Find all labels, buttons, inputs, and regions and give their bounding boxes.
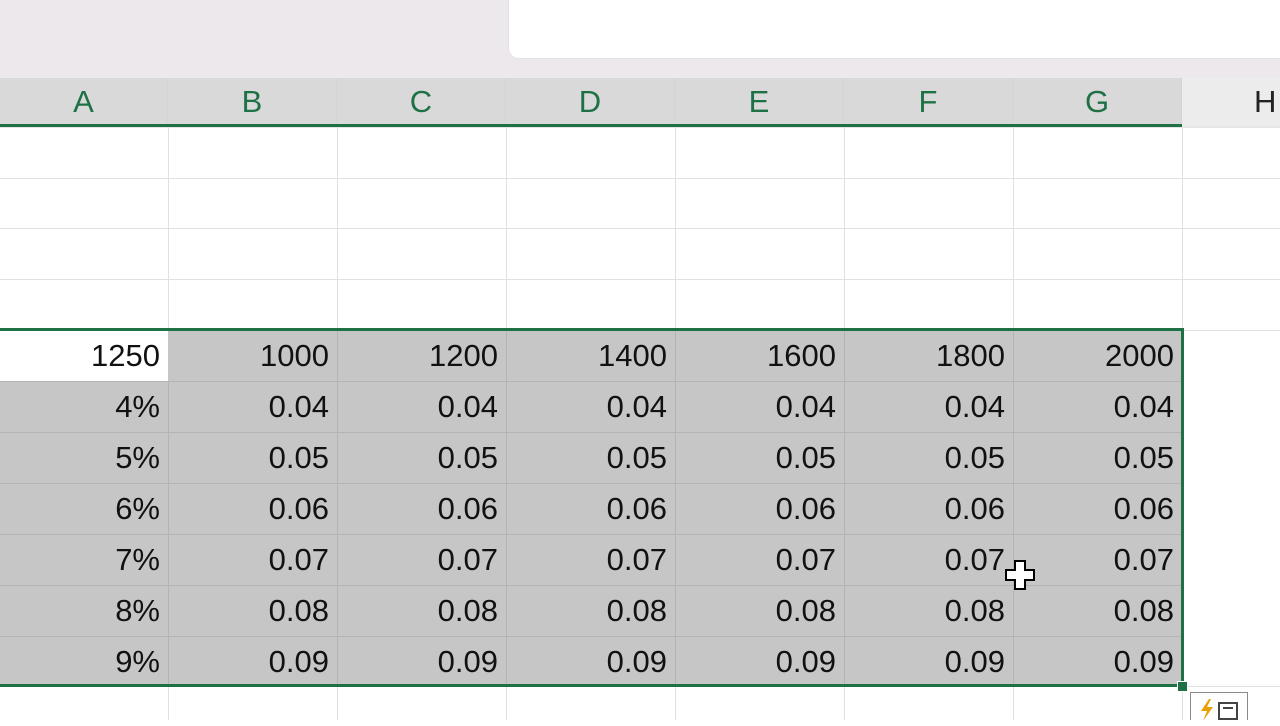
column-header-g[interactable]: G (1013, 78, 1182, 126)
quick-analysis-button[interactable] (1190, 692, 1248, 721)
column-header-row: A B C D E F G H (0, 78, 1280, 128)
column-header-c[interactable]: C (337, 78, 506, 126)
worksheet-grid[interactable]: 1250 1000 1200 1400 1600 1800 2000 4% 0.… (0, 128, 1280, 720)
column-header-f[interactable]: F (844, 78, 1013, 126)
formula-bar[interactable] (509, 0, 1280, 58)
cell-select-cursor-icon (1005, 560, 1035, 590)
column-header-e[interactable]: E (675, 78, 844, 126)
column-header-h[interactable]: H (1182, 78, 1280, 126)
selection-border (0, 328, 1184, 687)
quick-analysis-icon (1201, 699, 1238, 721)
selected-columns-indicator (0, 124, 1182, 127)
column-header-b[interactable]: B (168, 78, 337, 126)
column-header-a[interactable]: A (0, 78, 168, 126)
fill-handle[interactable] (1177, 681, 1188, 692)
column-header-d[interactable]: D (506, 78, 675, 126)
